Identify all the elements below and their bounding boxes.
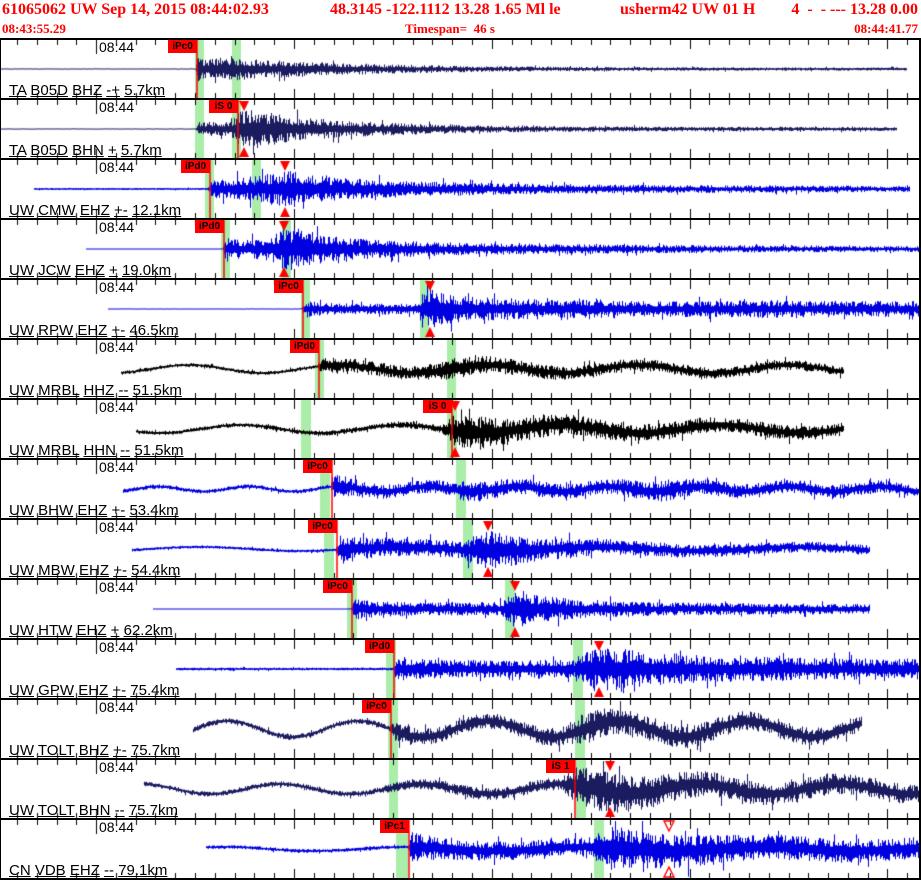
station-label[interactable]: UW GPW EHZ +- 75.4km <box>9 682 180 699</box>
trace-row-b05d: 08:44 iS 0 TA B05D BHN + 5.7km <box>1 98 919 159</box>
phase-pick-flag[interactable]: iS 0 <box>423 400 452 413</box>
phase-pick-flag[interactable]: iPd0 <box>290 340 319 353</box>
trace-row-mrbl: 08:44 iS 0 UW MRBL HHN -- 51.5km <box>1 398 919 459</box>
minute-tick-label: 08:44 <box>99 39 135 55</box>
minute-tick-label: 08:44 <box>99 579 135 595</box>
phase-pick-flag[interactable]: iPc0 <box>274 280 303 293</box>
minute-tick-label: 08:44 <box>99 99 135 115</box>
minute-tick-label: 08:44 <box>99 699 135 715</box>
phase-pick-flag[interactable]: iPd0 <box>195 220 224 233</box>
station-label[interactable]: UW HTW EHZ + 62.2km <box>9 622 173 639</box>
minute-tick-label: 08:44 <box>99 819 135 835</box>
trace-row-htw: 08:44 iPc0 UW HTW EHZ + 62.2km <box>1 578 919 639</box>
trace-row-tolt: 08:44 iPc0 UW TOLT BHZ +- 75.7km <box>1 698 919 759</box>
event-status-flags: 4 - - --- 13.28 0.00 <box>791 1 918 18</box>
phase-pick-flag[interactable]: iPc0 <box>362 700 391 713</box>
seismic-picker-window: 61065062 UW Sep 14, 2015 08:44:02.93 48.… <box>0 0 921 880</box>
minute-tick-label: 08:44 <box>99 159 135 175</box>
minute-tick-label: 08:44 <box>99 519 135 535</box>
phase-pick-flag[interactable]: iPc0 <box>168 40 197 53</box>
trace-row-vdb: 08:44 iPc1 CN VDB EHZ -- 79.1km <box>1 818 919 879</box>
window-start-time: 08:43:55.29 <box>2 21 66 36</box>
trace-row-mrbl: 08:44 iPd0 UW MRBL HHZ -- 51.5km <box>1 338 919 399</box>
minute-tick-label: 08:44 <box>99 219 135 235</box>
trace-row-bhw: 08:44 iPc0 UW BHW EHZ +- 53.4km <box>1 458 919 519</box>
phase-pick-flag[interactable]: iPd0 <box>365 640 394 653</box>
phase-pick-flag[interactable]: iPc0 <box>308 520 337 533</box>
station-label[interactable]: UW BHW EHZ +- 53.4km <box>9 502 179 519</box>
minute-tick-label: 08:44 <box>99 639 135 655</box>
station-label[interactable]: UW MRBL HHN -- 51.5km <box>9 442 184 459</box>
phase-pick-flag[interactable]: iS 1 <box>546 760 575 773</box>
minute-tick-label: 08:44 <box>99 399 135 415</box>
station-label[interactable]: UW RPW EHZ +- 46.5km <box>9 322 179 339</box>
trace-row-mbw: 08:44 iPc0 UW MBW EHZ +- 54.4km <box>1 518 919 579</box>
trace-row-cmw: 08:44 iPd0 UW CMW EHZ +- 12.1km <box>1 158 919 219</box>
timespan-label: Timespan= 46 s <box>405 21 495 36</box>
phase-pick-flag[interactable]: iPc0 <box>323 580 352 593</box>
trace-row-rpw: 08:44 iPc0 UW RPW EHZ +- 46.5km <box>1 278 919 339</box>
event-location-magnitude: 48.3145 -122.1112 13.28 1.65 Ml le <box>330 1 561 18</box>
station-label[interactable]: UW CMW EHZ +- 12.1km <box>9 202 181 219</box>
station-label[interactable]: UW TOLT BHZ +- 75.7km <box>9 742 180 759</box>
trace-row-jcw: 08:44 iPd0 UW JCW EHZ + 19.0km <box>1 218 919 279</box>
analyst-network-info: usherm42 UW 01 H <box>620 1 756 18</box>
trace-row-tolt: 08:44 iS 1 UW TOLT BHN -- 75.7km <box>1 758 919 819</box>
station-label[interactable]: UW MBW EHZ +- 54.4km <box>9 562 180 579</box>
phase-pick-flag[interactable]: iPc1 <box>380 820 409 833</box>
trace-row-gpw: 08:44 iPd0 UW GPW EHZ +- 75.4km <box>1 638 919 699</box>
station-label[interactable]: UW MRBL HHZ -- 51.5km <box>9 382 182 399</box>
station-label[interactable]: TA B05D BHN + 5.7km <box>9 142 162 159</box>
trace-area: 08:44 iPc0 TA B05D BHZ -+ 5.7km 08:44 iS… <box>0 38 921 880</box>
minute-tick-label: 08:44 <box>99 339 135 355</box>
event-id-datetime: 61065062 UW Sep 14, 2015 08:44:02.93 <box>2 1 269 18</box>
minute-tick-label: 08:44 <box>99 759 135 775</box>
minute-tick-label: 08:44 <box>99 459 135 475</box>
station-label[interactable]: TA B05D BHZ -+ 5.7km <box>9 82 165 99</box>
phase-pick-flag[interactable]: iS 0 <box>209 100 238 113</box>
window-end-time: 08:44:41.77 <box>854 21 918 36</box>
phase-pick-flag[interactable]: iPc0 <box>303 460 332 473</box>
phase-pick-flag[interactable]: iPd0 <box>181 160 210 173</box>
event-header: 61065062 UW Sep 14, 2015 08:44:02.93 48.… <box>0 0 921 38</box>
station-label[interactable]: UW TOLT BHN -- 75.7km <box>9 802 178 819</box>
minute-tick-label: 08:44 <box>99 279 135 295</box>
station-label[interactable]: UW JCW EHZ + 19.0km <box>9 262 171 279</box>
trace-row-b05d: 08:44 iPc0 TA B05D BHZ -+ 5.7km <box>1 38 919 99</box>
station-label[interactable]: CN VDB EHZ -- 79.1km <box>9 862 167 879</box>
